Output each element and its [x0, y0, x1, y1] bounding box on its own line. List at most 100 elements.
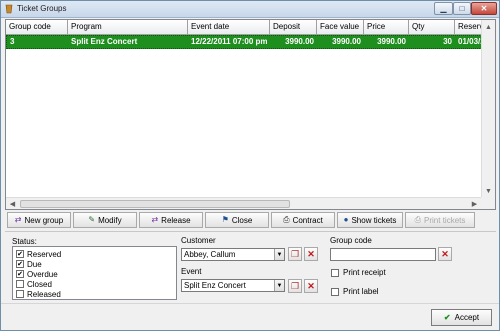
event-clear-button[interactable]: ✕	[304, 279, 318, 293]
customer-value: Abbey, Callum	[184, 250, 236, 259]
chevron-down-icon[interactable]: ▼	[274, 280, 284, 291]
status-item-due[interactable]: ✔ Due	[16, 259, 173, 269]
event-value: Split Enz Concert	[184, 281, 246, 290]
scroll-down-icon[interactable]: ▼	[482, 185, 495, 197]
close-label: Close	[231, 215, 253, 225]
release-icon: ⇄	[151, 215, 159, 224]
horizontal-scroll-thumb[interactable]	[20, 200, 290, 208]
user-icon: ●	[343, 215, 349, 224]
accept-button[interactable]: ✔ Accept	[431, 309, 492, 326]
close-button[interactable]: ⚑ Close	[205, 212, 269, 228]
event-label: Event	[181, 267, 202, 276]
grid-header: Group code Program Event date Deposit Fa…	[6, 20, 495, 35]
print-receipt-option[interactable]: Print receipt	[331, 268, 386, 277]
contract-button[interactable]: ⎙ Contract	[271, 212, 335, 228]
checkbox-released[interactable]	[16, 290, 24, 298]
status-item-closed[interactable]: Closed	[16, 279, 173, 289]
group-code-input[interactable]	[330, 248, 436, 261]
event-select[interactable]: Split Enz Concert ▼	[181, 279, 285, 292]
new-group-button[interactable]: ⇄ New group	[7, 212, 71, 228]
release-label: Release	[161, 215, 191, 225]
checkmark-icon: ✔	[443, 313, 451, 322]
scroll-left-icon[interactable]: ◀	[6, 198, 19, 209]
lookup-icon: ❐	[290, 248, 300, 259]
group-code-clear-button[interactable]: ✕	[438, 247, 452, 261]
print-tickets-button[interactable]: ⎙ Print tickets	[405, 212, 475, 228]
lookup-icon: ❐	[290, 280, 300, 291]
print-label-checkbox[interactable]	[331, 287, 339, 296]
status-item-label: Due	[27, 259, 42, 269]
vertical-scrollbar[interactable]: ▲ ▼	[481, 20, 495, 198]
minimize-button[interactable]: ▁	[434, 2, 453, 15]
customer-clear-button[interactable]: ✕	[304, 247, 318, 261]
checkbox-closed[interactable]	[16, 280, 24, 288]
red-x-icon: ✕	[441, 248, 449, 259]
show-tickets-button[interactable]: ● Show tickets	[337, 212, 403, 228]
cell-face-value: 3990.00	[332, 37, 361, 46]
chevron-down-icon[interactable]: ▼	[274, 249, 284, 260]
app-icon	[5, 4, 13, 14]
print-label-label: Print label	[343, 287, 379, 296]
table-row[interactable]: 3 Split Enz Concert 12/22/2011 07:00 pm …	[6, 35, 495, 49]
red-x-icon: ✕	[307, 280, 315, 291]
close-window-button[interactable]: ✕	[471, 2, 497, 15]
show-tickets-label: Show tickets	[351, 215, 397, 225]
status-item-label: Reserved	[27, 249, 62, 259]
customer-lookup-button[interactable]: ❐	[288, 247, 302, 261]
print-icon: ⎙	[414, 215, 422, 224]
checkbox-due[interactable]: ✔	[16, 260, 24, 268]
cell-deposit: 3990.00	[285, 37, 314, 46]
status-label: Status:	[12, 237, 37, 246]
status-item-overdue[interactable]: ✔ Overdue	[16, 269, 173, 279]
status-item-label: Overdue	[27, 269, 58, 279]
divider	[5, 231, 496, 232]
status-item-reserved[interactable]: ✔ Reserved	[16, 249, 173, 259]
cell-qty: 30	[443, 37, 452, 46]
accept-label: Accept	[454, 313, 480, 322]
column-header-event-date[interactable]: Event date	[188, 20, 270, 35]
status-list: ✔ Reserved ✔ Due ✔ Overdue Closed Releas…	[12, 246, 177, 300]
cell-price: 3990.00	[377, 37, 406, 46]
print-label-option[interactable]: Print label	[331, 287, 379, 296]
new-group-icon: ⇄	[14, 215, 22, 224]
ticket-groups-window: Ticket Groups ▁ □ ✕ Group code Program E…	[0, 0, 500, 331]
checkbox-overdue[interactable]: ✔	[16, 270, 24, 278]
column-header-deposit[interactable]: Deposit	[270, 20, 317, 35]
scroll-corner	[481, 197, 495, 209]
red-x-icon: ✕	[307, 248, 315, 259]
group-code-label: Group code	[330, 236, 372, 245]
modify-icon: ✎	[88, 215, 96, 224]
column-header-program[interactable]: Program	[68, 20, 188, 35]
status-item-label: Closed	[27, 279, 52, 289]
print-receipt-label: Print receipt	[343, 268, 386, 277]
action-toolbar: ⇄ New group ✎ Modify ⇄ Release ⚑ Close ⎙…	[7, 212, 475, 228]
cell-program: Split Enz Concert	[71, 37, 138, 46]
event-lookup-button[interactable]: ❐	[288, 279, 302, 293]
status-item-released[interactable]: Released	[16, 289, 173, 299]
print-tickets-label: Print tickets	[424, 215, 466, 225]
horizontal-scrollbar[interactable]: ◀ ▶	[6, 197, 481, 209]
scroll-right-icon[interactable]: ▶	[468, 198, 481, 209]
close-flag-icon: ⚑	[221, 215, 229, 224]
release-button[interactable]: ⇄ Release	[139, 212, 203, 228]
checkbox-reserved[interactable]: ✔	[16, 250, 24, 258]
contract-label: Contract	[292, 215, 323, 225]
cell-event-date: 12/22/2011 07:00 pm	[191, 37, 268, 46]
modify-label: Modify	[98, 215, 122, 225]
contract-icon: ⎙	[283, 215, 290, 224]
customer-select[interactable]: Abbey, Callum ▼	[181, 248, 285, 261]
scroll-up-icon[interactable]: ▲	[482, 21, 495, 33]
column-header-face-value[interactable]: Face value	[317, 20, 364, 35]
print-receipt-checkbox[interactable]	[331, 268, 339, 277]
window-title: Ticket Groups	[17, 4, 67, 13]
maximize-button[interactable]: □	[453, 2, 471, 15]
status-item-label: Released	[27, 289, 61, 299]
footer-bar: ✔ Accept	[1, 303, 499, 330]
modify-button[interactable]: ✎ Modify	[73, 212, 137, 228]
title-bar: Ticket Groups ▁ □ ✕	[1, 1, 499, 18]
column-header-group-code[interactable]: Group code	[6, 20, 68, 35]
column-header-qty[interactable]: Qty	[409, 20, 455, 35]
ticket-groups-grid[interactable]: Group code Program Event date Deposit Fa…	[5, 19, 496, 210]
cell-group-code: 3	[10, 37, 15, 46]
column-header-price[interactable]: Price	[364, 20, 409, 35]
